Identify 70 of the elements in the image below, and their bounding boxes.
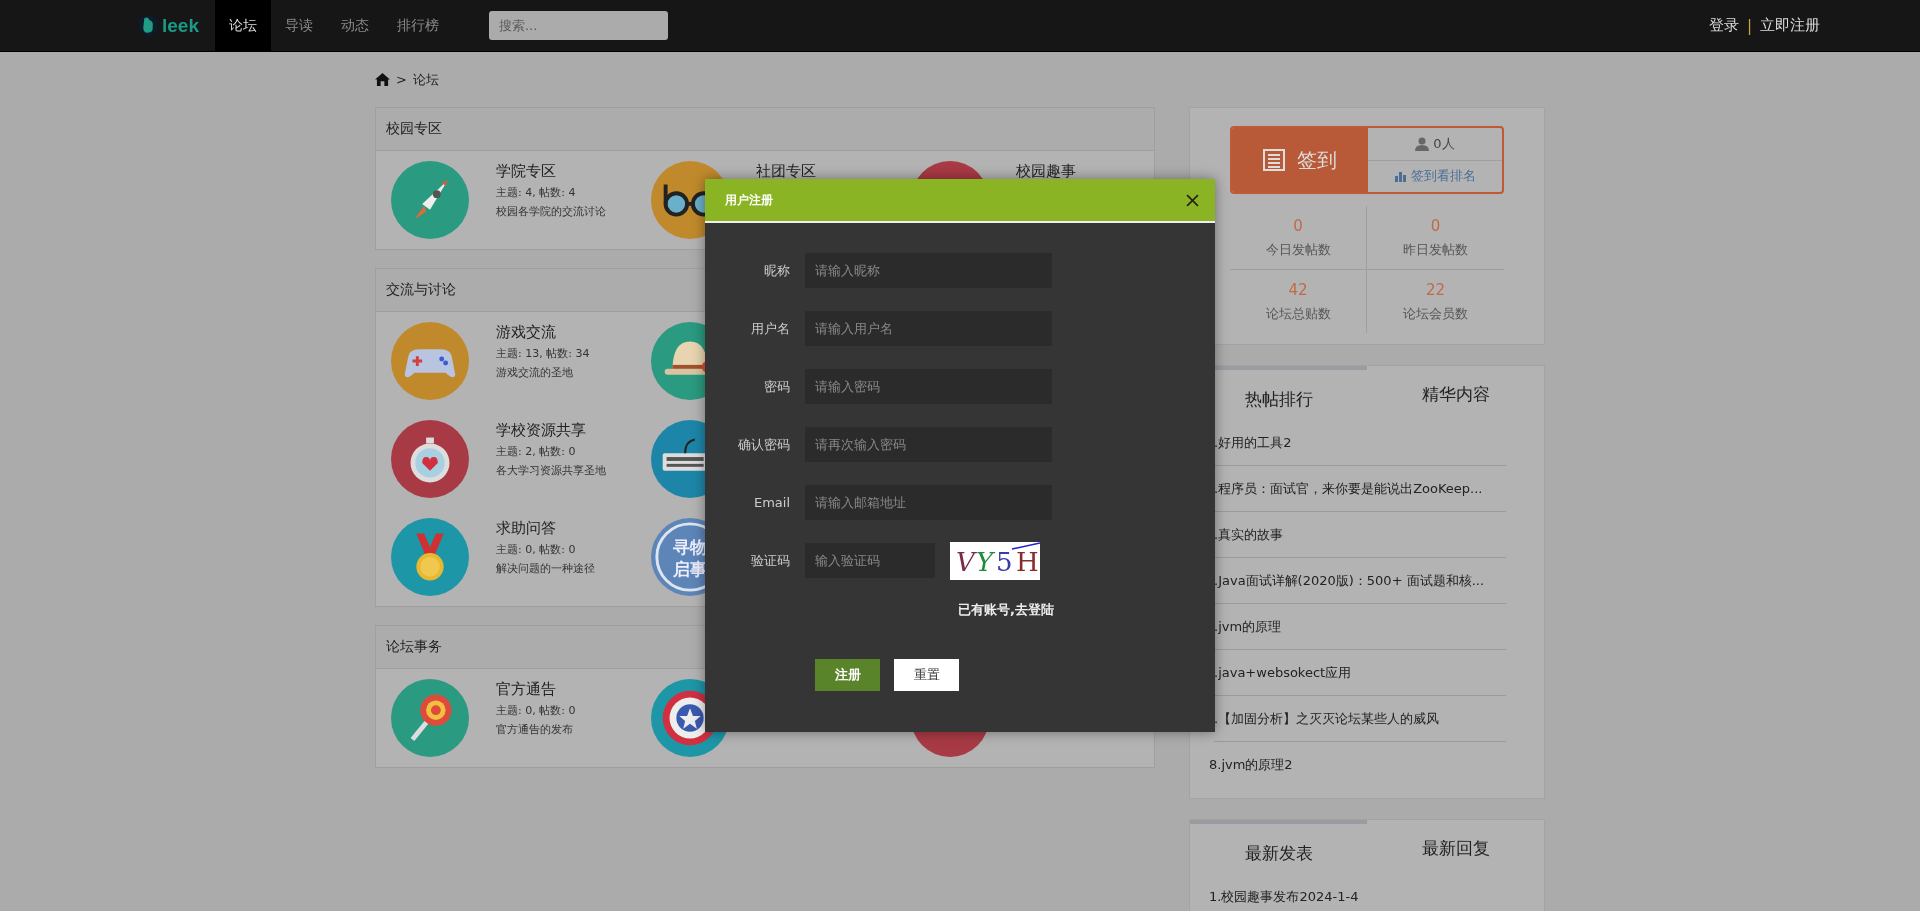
post-link[interactable]: 8.jvm的原理2 [1209, 742, 1506, 787]
bar-chart-icon [1394, 170, 1407, 183]
forum-stats: 主题: 0, 帖数: 0 [496, 703, 576, 718]
forum-title[interactable]: 社团专区 [756, 162, 816, 181]
nav-tab[interactable]: 排行榜 [383, 0, 453, 51]
search-field[interactable]: 搜索... [489, 11, 668, 40]
section-title: 论坛事务 [386, 638, 442, 656]
forum-title[interactable]: 学校资源共享 [496, 421, 606, 440]
nav-tab[interactable]: 论坛 [215, 0, 271, 51]
register-button[interactable]: 注册 [815, 659, 880, 691]
forum-title[interactable]: 求助问答 [496, 519, 595, 538]
forum-stats: 主题: 13, 帖数: 34 [496, 346, 590, 361]
stat-label: 论坛总贴数 [1265, 304, 1331, 323]
reset-button[interactable]: 重置 [894, 659, 959, 691]
forum-title[interactable]: 官方通告 [496, 680, 576, 699]
forum-stats: 主题: 2, 帖数: 0 [496, 444, 577, 459]
breadcrumb-current: 论坛 [412, 70, 439, 89]
forum-description: 各大学习资源共享圣地 [496, 463, 606, 478]
stamp-text: 启事 [673, 558, 707, 579]
register-link[interactable]: 立即注册 [1760, 16, 1820, 35]
breadcrumb-separator: > [396, 72, 407, 87]
field-label: Email [752, 495, 790, 510]
dialog-title: 用户注册 [725, 191, 773, 209]
forum-title[interactable]: 游戏交流 [496, 323, 590, 342]
text-field[interactable]: 请输入用户名 [805, 311, 1052, 346]
section-title: 交流与讨论 [386, 281, 456, 299]
field-label: 验证码 [750, 551, 790, 570]
forum-title[interactable]: 学院专区 [496, 162, 606, 181]
panel-tab[interactable]: 最新发表 [1190, 820, 1367, 864]
login-link[interactable]: 已有账号,去登陆 [958, 601, 1215, 619]
stat-value: 0 [1430, 216, 1441, 235]
field-label: 昵称 [763, 261, 790, 280]
forum-stats: 主题: 4, 帖数: 4 [496, 185, 577, 200]
field-label: 密码 [763, 377, 790, 396]
home-icon[interactable] [375, 73, 390, 86]
text-field[interactable]: 请输入昵称 [805, 253, 1052, 288]
stat-value: 42 [1288, 280, 1308, 299]
forum-description: 解决问题的一种途径 [496, 561, 595, 576]
stat-label: 昨日发帖数 [1403, 240, 1468, 259]
captcha-image[interactable]: VY5H [950, 541, 1040, 580]
password-field[interactable]: 请输入密码 [805, 369, 1052, 404]
checkin-count: 0人 [1433, 134, 1455, 153]
stat-value: 22 [1425, 280, 1446, 299]
list-icon [1263, 149, 1285, 171]
login-link[interactable]: 登录 [1708, 16, 1739, 35]
stat-value: 0 [1293, 216, 1303, 235]
nav-tab[interactable]: 动态 [327, 0, 383, 51]
forum-description: 游戏交流的圣地 [496, 365, 574, 380]
forum-stats: 主题: 0, 帖数: 0 [496, 542, 577, 557]
stat-label: 论坛会员数 [1403, 304, 1468, 323]
forum-description: 官方通告的发布 [496, 722, 574, 737]
section-title: 校园专区 [386, 120, 442, 138]
field-label: 确认密码 [737, 435, 790, 454]
medal-icon[interactable] [391, 518, 469, 596]
logo-icon[interactable] [138, 13, 159, 38]
password-field[interactable]: 请再次输入密码 [805, 427, 1052, 462]
field-label: 用户名 [750, 319, 790, 338]
forum-title[interactable]: 校园趣事 [1016, 162, 1076, 181]
nav-tab[interactable]: 导读 [271, 0, 327, 51]
captcha-field[interactable]: 输入验证码 [805, 543, 935, 578]
text-field[interactable]: 请输入邮箱地址 [805, 485, 1052, 520]
logo-text[interactable]: leek [162, 14, 199, 37]
stopwatch-icon[interactable] [391, 420, 469, 498]
panel-tab[interactable]: 最新回复 [1367, 820, 1544, 864]
separator-text: | [1746, 16, 1752, 35]
user-icon [1415, 136, 1430, 151]
forum-description: 校园各学院的交流讨论 [496, 204, 606, 219]
post-link[interactable]: 1.校园趣事发布2024-1-4 [1209, 874, 1506, 911]
panel-tab[interactable]: 精华内容 [1367, 366, 1544, 410]
stat-label: 今日发帖数 [1265, 240, 1331, 259]
